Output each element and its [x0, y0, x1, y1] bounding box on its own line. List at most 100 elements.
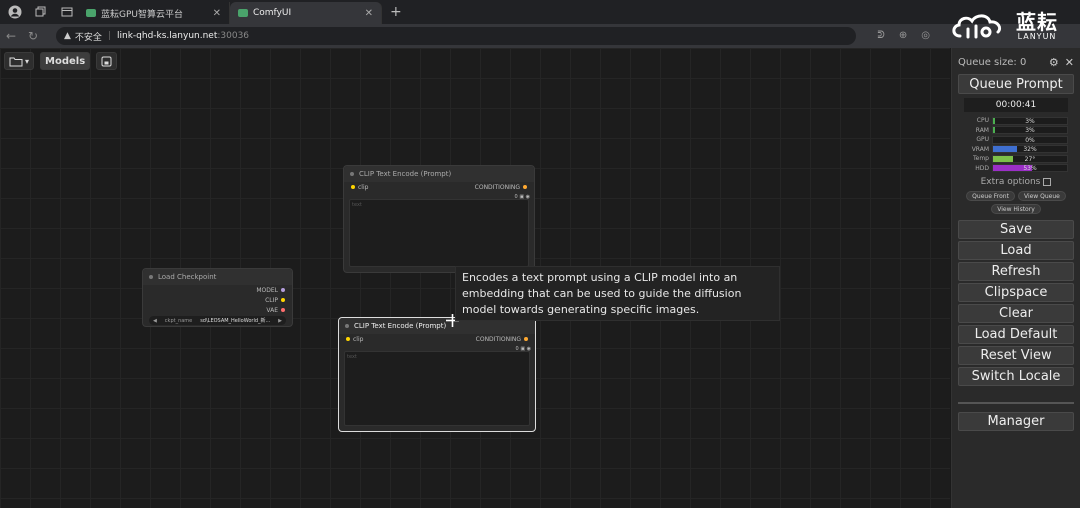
tab-close-icon[interactable]: ✕: [213, 8, 221, 19]
tab-comfyui[interactable]: ComfyUI ✕: [230, 2, 382, 24]
profile-icon[interactable]: [4, 1, 26, 23]
stat-bar: 53%: [992, 164, 1068, 173]
extra-options-checkbox[interactable]: [1043, 177, 1052, 186]
stat-value: 53%: [1023, 165, 1037, 173]
stat-value: 3%: [1025, 127, 1035, 135]
clipspace-button[interactable]: Clipspace: [958, 283, 1074, 302]
switch-locale-button[interactable]: Switch Locale: [958, 367, 1074, 386]
stat-gpu: GPU 0%: [964, 135, 1068, 145]
view-history-button[interactable]: View History: [991, 204, 1041, 214]
conditioning-output-slot[interactable]: CONDITIONING: [475, 184, 530, 191]
ckpt-name-label: ckpt_name: [164, 317, 193, 324]
models-button[interactable]: Models: [40, 52, 91, 70]
stat-bar: 32%: [992, 145, 1068, 154]
stat-vram: VRAM 32%: [964, 145, 1068, 155]
new-tab-button[interactable]: +: [390, 4, 402, 20]
extra-options-label: Extra options: [980, 177, 1041, 187]
history-row: View History: [952, 204, 1080, 214]
collections-icon[interactable]: [30, 1, 52, 23]
read-aloud-icon[interactable]: ᕲ: [877, 30, 884, 41]
vae-output-slot[interactable]: VAE: [143, 305, 292, 315]
stat-temp: Temp 27°: [964, 154, 1068, 164]
queue-front-button[interactable]: Queue Front: [966, 191, 1015, 201]
close-icon[interactable]: ✕: [1065, 56, 1074, 69]
slot-row: clip CONDITIONING: [344, 182, 534, 193]
stat-label: GPU: [976, 136, 989, 144]
menu-buttons: Save Load Refresh Clipspace Clear Load D…: [952, 220, 1080, 386]
url-port: :30036: [217, 31, 250, 41]
url-field[interactable]: ▲ 不安全 | link-qhd-ks.lanyun.net :30036: [56, 27, 856, 45]
stat-label: Temp: [973, 155, 989, 163]
security-label: 不安全: [74, 32, 102, 43]
node-collapse-dot[interactable]: [345, 324, 349, 328]
browser-tab-strip: 蓝耘GPU智算云平台 ✕ ComfyUI ✕ +: [0, 0, 1080, 24]
queue-prompt-button[interactable]: Queue Prompt: [958, 74, 1074, 94]
combo-right-arrow-icon[interactable]: ▶: [278, 318, 282, 324]
node-collapse-dot[interactable]: [149, 275, 153, 279]
logo-en: LANYUN: [1017, 31, 1057, 41]
tab-close-icon[interactable]: ✕: [365, 8, 373, 19]
stat-label: VRAM: [971, 145, 989, 153]
tab-lanyun[interactable]: 蓝耘GPU智算云平台 ✕: [78, 2, 230, 24]
load-checkpoint-node[interactable]: Load Checkpoint MODEL CLIP VAE ◀ ckpt_na…: [142, 268, 293, 327]
clip-input-slot[interactable]: clip: [348, 184, 368, 191]
resource-monitor: CPU 3% RAM 3% GPU 0% VRAM 32% Temp 27° HDD 53%: [964, 116, 1068, 173]
reload-icon[interactable]: ↻: [22, 29, 44, 43]
logo-cn: 蓝耘: [1016, 9, 1058, 34]
address-bar-row: ← ↻ ▲ 不安全 | link-qhd-ks.lanyun.net :3003…: [0, 24, 1080, 48]
extra-options-row[interactable]: Extra options: [952, 177, 1080, 187]
ckpt-name-value: sd\LEOSAM_HelloWorld_新...: [200, 318, 271, 324]
extension-icon[interactable]: ◎: [921, 30, 930, 41]
panel-divider: [958, 402, 1074, 404]
refresh-button[interactable]: Refresh: [958, 262, 1074, 281]
logo-text: 蓝耘 LANYUN: [1016, 12, 1058, 41]
stat-label: RAM: [975, 126, 989, 134]
panel-icons: ⚙ ✕: [1049, 56, 1074, 69]
stat-value: 27°: [1024, 155, 1036, 163]
combo-left-arrow-icon[interactable]: ◀: [153, 318, 157, 324]
stat-label: CPU: [976, 117, 989, 125]
node-title: CLIP Text Encode (Prompt): [359, 170, 452, 178]
stat-cpu: CPU 3%: [964, 116, 1068, 126]
manager-button[interactable]: Manager: [958, 412, 1074, 431]
tab-actions-icon[interactable]: [56, 1, 78, 23]
node-tooltip: Encodes a text prompt using a CLIP model…: [455, 266, 780, 321]
chevron-down-icon: ▾: [25, 56, 30, 66]
lanyun-favicon-icon: [86, 9, 96, 17]
load-default-button[interactable]: Load Default: [958, 325, 1074, 344]
tab-title: ComfyUI: [253, 8, 292, 18]
workflow-folder-button[interactable]: ▾: [4, 52, 35, 70]
load-button[interactable]: Load: [958, 241, 1074, 260]
zoom-icon[interactable]: ⊕: [899, 30, 907, 41]
save-icon: [101, 56, 112, 66]
prompt-text-area[interactable]: text: [349, 199, 529, 267]
save-button[interactable]: Save: [958, 220, 1074, 239]
view-queue-button[interactable]: View Queue: [1017, 191, 1066, 201]
graph-canvas[interactable]: ▾ Models CLIP Text Encode (Prompt) clip …: [0, 48, 950, 508]
prompt-text-area[interactable]: text: [344, 351, 530, 426]
warning-triangle-icon: ▲: [64, 31, 71, 41]
node-title-bar[interactable]: Load Checkpoint: [143, 269, 292, 285]
address-bar-icons: ᕲ ⊕ ◎: [877, 30, 930, 41]
canvas-toolbar: ▾ Models: [4, 52, 118, 70]
reset-view-button[interactable]: Reset View: [958, 346, 1074, 365]
comfy-menu-panel: Queue size: 0 ⚙ ✕ Queue Prompt 00:00:41 …: [951, 48, 1080, 508]
back-arrow-icon[interactable]: ←: [0, 29, 22, 43]
stat-ram: RAM 3%: [964, 126, 1068, 136]
lanyun-logo: 蓝耘 LANYUN: [950, 6, 1076, 46]
stat-hdd: HDD 53%: [964, 164, 1068, 174]
ckpt-name-combo[interactable]: ◀ ckpt_name sd\LEOSAM_HelloWorld_新... ▶: [149, 316, 286, 325]
model-output-slot[interactable]: MODEL: [143, 285, 292, 295]
save-workflow-button[interactable]: [96, 52, 118, 70]
clip-output-slot[interactable]: CLIP: [143, 295, 292, 305]
conditioning-output-slot[interactable]: CONDITIONING: [476, 336, 531, 343]
clip-text-encode-node-top[interactable]: CLIP Text Encode (Prompt) clip CONDITION…: [343, 165, 535, 273]
clip-input-slot[interactable]: clip: [343, 336, 363, 343]
gear-icon[interactable]: ⚙: [1049, 56, 1059, 69]
node-title-bar[interactable]: CLIP Text Encode (Prompt): [344, 166, 534, 182]
queue-buttons-row: Queue Front View Queue: [952, 191, 1080, 201]
clear-button[interactable]: Clear: [958, 304, 1074, 323]
node-collapse-dot[interactable]: [350, 172, 354, 176]
cloud-logo-icon: [952, 14, 1002, 39]
clip-text-encode-node-bottom[interactable]: CLIP Text Encode (Prompt) clip CONDITION…: [338, 317, 536, 432]
